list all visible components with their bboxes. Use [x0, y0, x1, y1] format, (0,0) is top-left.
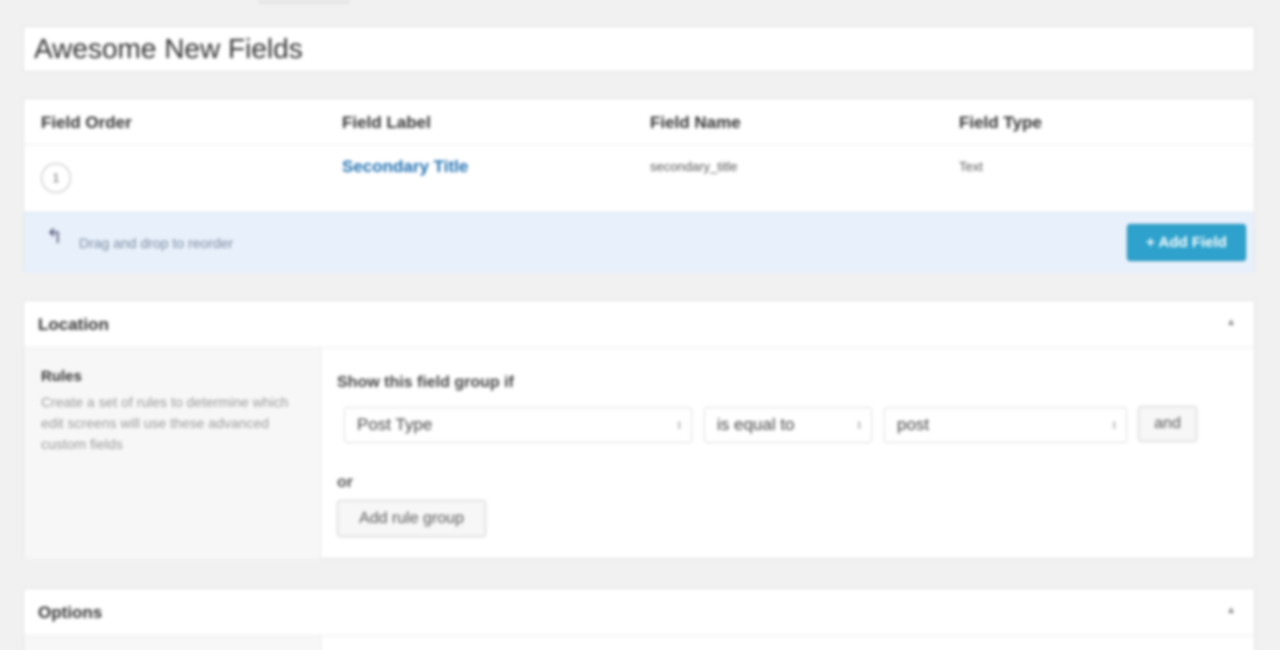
rule-param-select[interactable]: Post Type ↕	[344, 407, 692, 443]
field-group-title-input[interactable]	[24, 27, 1254, 71]
column-header-field-label: Field Label	[342, 113, 431, 132]
select-arrows-icon: ↕	[856, 419, 863, 431]
select-arrows-icon: ↕	[1111, 419, 1118, 431]
rules-title: Rules	[41, 368, 82, 385]
location-panel: Location ▲ Rules Create a set of rules t…	[23, 300, 1255, 559]
rule-value-select[interactable]: post ↕	[884, 407, 1127, 443]
options-heading: Options	[38, 603, 103, 622]
rule-operator-select[interactable]: is equal to ↕	[704, 407, 872, 443]
options-sidebar	[24, 636, 321, 650]
fields-panel: Field Order Field Label Field Name Field…	[23, 98, 1255, 273]
drag-arrow-icon: ↰	[46, 226, 63, 248]
field-name-value: secondary_title	[650, 159, 738, 174]
or-label: or	[337, 474, 353, 491]
add-rule-group-button[interactable]: Add rule group	[337, 500, 486, 537]
field-order-handle[interactable]: 1	[41, 163, 71, 193]
rules-sidebar: Rules Create a set of rules to determine…	[24, 348, 321, 559]
options-panel: Options ▲	[23, 588, 1255, 650]
fields-table-header: Field Order Field Label Field Name Field…	[24, 99, 1254, 145]
location-panel-header[interactable]: Location ▲	[24, 301, 1254, 348]
field-label-link[interactable]: Secondary Title	[342, 157, 468, 177]
title-box[interactable]	[23, 26, 1255, 72]
column-header-field-name: Field Name	[650, 113, 741, 132]
collapse-caret-icon[interactable]: ▲	[1226, 605, 1236, 616]
location-heading: Location	[38, 315, 109, 334]
fields-footer: ↰ Drag and drop to reorder + Add Field	[24, 212, 1254, 273]
rule-operator-value: is equal to	[717, 415, 795, 434]
table-row[interactable]: 1 Secondary Title secondary_title Text	[24, 145, 1254, 211]
column-header-field-type: Field Type	[959, 113, 1042, 132]
rule-value-value: post	[897, 415, 930, 434]
column-header-field-order: Field Order	[41, 113, 132, 132]
drag-hint: Drag and drop to reorder	[79, 235, 234, 251]
collapse-caret-icon[interactable]: ▲	[1226, 317, 1236, 328]
add-field-button[interactable]: + Add Field	[1127, 224, 1246, 261]
options-panel-header[interactable]: Options ▲	[24, 589, 1254, 636]
show-if-label: Show this field group if	[337, 374, 514, 391]
top-tab-strip	[258, 0, 350, 4]
rule-param-value: Post Type	[357, 415, 433, 434]
select-arrows-icon: ↕	[676, 419, 683, 431]
rules-description: Create a set of rules to determine which…	[41, 394, 289, 452]
and-rule-button[interactable]: and	[1138, 406, 1197, 442]
field-type-value: Text	[959, 159, 983, 174]
